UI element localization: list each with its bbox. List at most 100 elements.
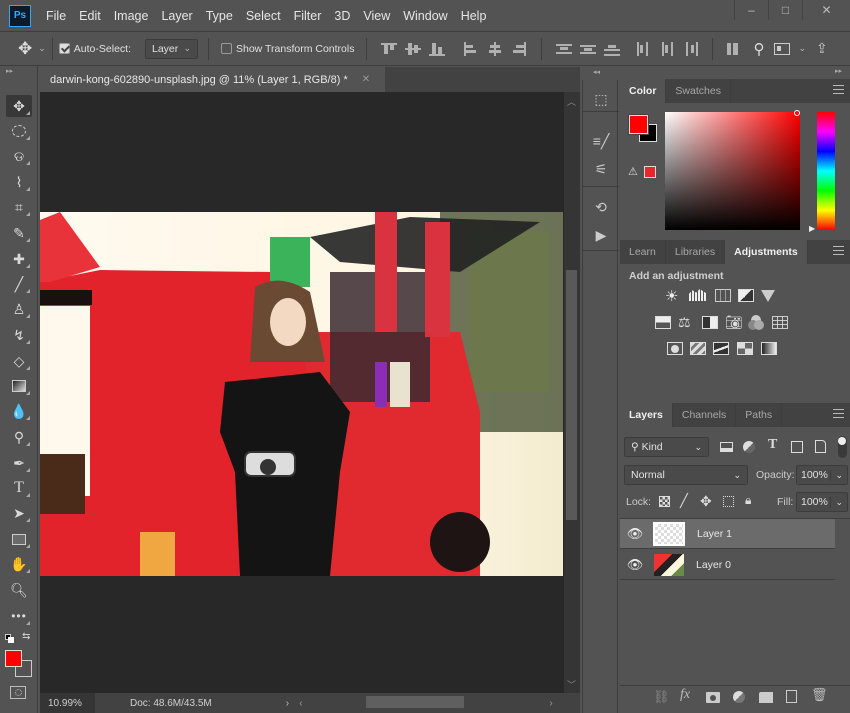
opacity-field[interactable]: 100% ⌄: [796, 465, 848, 485]
blur-tool-icon[interactable]: 💧: [6, 400, 32, 422]
lock-position-icon[interactable]: ✥: [700, 493, 712, 510]
eyedropper-tool-icon[interactable]: ✎: [6, 222, 32, 244]
color-picker-marker[interactable]: [794, 110, 800, 116]
search-icon[interactable]: ⚲: [753, 40, 764, 58]
type-tool-icon[interactable]: T: [6, 477, 32, 499]
brush-tool-icon[interactable]: ╱: [6, 273, 32, 295]
healing-brush-tool-icon[interactable]: ✚: [6, 248, 32, 270]
eraser-tool-icon[interactable]: ◇: [6, 350, 32, 372]
saturation-brightness-field[interactable]: [665, 112, 800, 230]
maximize-button[interactable]: □: [768, 0, 802, 20]
vibrance-icon[interactable]: [761, 290, 775, 302]
tab-swatches[interactable]: Swatches: [666, 79, 731, 103]
new-group-folder-icon[interactable]: [759, 692, 773, 703]
workspace-icon[interactable]: [774, 42, 791, 55]
default-colors-icon[interactable]: [5, 634, 14, 643]
move-tool-preset-icon[interactable]: ✥: [18, 39, 32, 59]
lasso-tool-icon[interactable]: ଡ: [6, 145, 32, 167]
hand-tool-icon[interactable]: ✋: [6, 553, 32, 575]
black-white-icon[interactable]: [702, 316, 718, 329]
chevron-down-icon[interactable]: ⌄: [830, 469, 847, 481]
quick-selection-tool-icon[interactable]: ⌇: [6, 171, 32, 193]
lock-artboard-icon[interactable]: [723, 496, 734, 507]
menu-edit[interactable]: Edit: [79, 9, 101, 23]
visibility-eye-icon[interactable]: 👁︎: [620, 526, 650, 542]
minimize-button[interactable]: –: [734, 0, 768, 20]
selective-color-icon[interactable]: [737, 342, 753, 355]
fill-field[interactable]: 100% ⌄: [796, 492, 848, 512]
tab-libraries[interactable]: Libraries: [666, 240, 726, 264]
actions-panel-icon[interactable]: ▶: [589, 224, 613, 246]
close-button[interactable]: ✕: [802, 0, 850, 20]
marquee-tool-icon[interactable]: [6, 120, 32, 142]
brightness-contrast-icon[interactable]: ☀: [665, 287, 678, 305]
edit-toolbar-icon[interactable]: •••: [6, 605, 32, 627]
hue-saturation-icon[interactable]: [655, 316, 671, 329]
tab-channels[interactable]: Channels: [673, 403, 737, 427]
layer-name[interactable]: Layer 1: [697, 528, 732, 540]
layer-row-layer-1[interactable]: 👁︎ Layer 1: [620, 519, 835, 549]
chevron-down-icon[interactable]: ⌄: [38, 43, 46, 54]
invert-icon[interactable]: [667, 342, 683, 355]
brush-settings-icon[interactable]: ≡╱: [589, 130, 613, 152]
filter-adjustment-layers-icon[interactable]: [743, 441, 755, 453]
lock-transparent-pixels-icon[interactable]: [659, 496, 670, 507]
scroll-down-icon[interactable]: ﹀: [567, 678, 576, 691]
clone-stamp-tool-icon[interactable]: ♙: [6, 298, 32, 320]
layer-row-layer-0[interactable]: 👁︎ Layer 0: [620, 550, 835, 580]
auto-align-layers-icon[interactable]: [725, 42, 741, 56]
close-document-icon[interactable]: ✕: [362, 74, 370, 85]
panel-menu-icon[interactable]: [833, 246, 844, 255]
document-tab[interactable]: darwin-kong-602890-unsplash.jpg @ 11% (L…: [40, 67, 385, 92]
photo-filter-icon[interactable]: 📷︎: [725, 314, 743, 331]
distribute-horizontal-centers-icon[interactable]: [660, 41, 676, 56]
curves-icon[interactable]: [715, 289, 731, 302]
share-icon[interactable]: ⇪: [816, 40, 828, 57]
panel-menu-icon[interactable]: [833, 85, 844, 94]
horizontal-scrollbar-thumb[interactable]: [366, 696, 464, 708]
document-canvas-image[interactable]: [40, 212, 563, 576]
levels-icon[interactable]: [689, 289, 707, 301]
hue-slider[interactable]: [817, 112, 835, 230]
3d-panel-icon[interactable]: ⬚: [589, 88, 613, 110]
color-balance-icon[interactable]: ⚖: [678, 314, 691, 331]
gamut-warning-swatch[interactable]: [644, 166, 656, 178]
menu-window[interactable]: Window: [403, 9, 447, 23]
distribute-left-edges-icon[interactable]: [636, 41, 652, 56]
zoom-level[interactable]: 10.99%: [40, 693, 95, 713]
panel-menu-icon[interactable]: [833, 409, 844, 418]
menu-image[interactable]: Image: [114, 9, 149, 23]
channel-mixer-icon[interactable]: [748, 315, 764, 330]
quick-mask-icon[interactable]: [10, 686, 26, 699]
align-top-edges-icon[interactable]: [381, 42, 398, 56]
distribute-right-edges-icon[interactable]: [684, 41, 700, 56]
hue-slider-marker-icon[interactable]: ▶: [809, 224, 815, 233]
menu-file[interactable]: File: [46, 9, 66, 23]
align-bottom-edges-icon[interactable]: [429, 42, 446, 56]
lock-all-icon[interactable]: 🔒︎: [745, 493, 751, 508]
history-brush-tool-icon[interactable]: ↯: [6, 324, 32, 346]
menu-select[interactable]: Select: [246, 9, 281, 23]
threshold-icon[interactable]: [713, 342, 729, 355]
layer-filter-toggle[interactable]: [838, 436, 847, 458]
layer-filter-kind-dropdown[interactable]: ⚲ Kind ⌄: [624, 437, 709, 457]
collapse-toolbox-icon[interactable]: ▸▸: [6, 67, 13, 75]
add-layer-mask-icon[interactable]: [706, 692, 720, 703]
brushes-panel-icon[interactable]: ⚟: [589, 158, 613, 180]
link-layers-icon[interactable]: ⛓: [653, 689, 670, 705]
tab-learn[interactable]: Learn: [620, 240, 666, 264]
menu-3d[interactable]: 3D: [334, 9, 350, 23]
swap-colors-icon[interactable]: ⇆: [22, 631, 30, 642]
scroll-right-icon[interactable]: ›: [549, 698, 552, 709]
filter-shape-layers-icon[interactable]: [791, 441, 803, 453]
align-horizontal-centers-icon[interactable]: [487, 41, 503, 56]
dodge-tool-icon[interactable]: ⚲: [6, 426, 32, 448]
layer-style-fx-icon[interactable]: fx: [680, 687, 690, 703]
gradient-map-icon[interactable]: [761, 342, 777, 355]
posterize-icon[interactable]: [690, 342, 706, 355]
collapse-panels-icon[interactable]: ◂◂: [593, 68, 600, 76]
delete-layer-trash-icon[interactable]: 🗑︎: [811, 687, 828, 703]
menu-type[interactable]: Type: [206, 9, 233, 23]
menu-layer[interactable]: Layer: [161, 9, 192, 23]
tab-adjustments[interactable]: Adjustments: [725, 240, 808, 264]
